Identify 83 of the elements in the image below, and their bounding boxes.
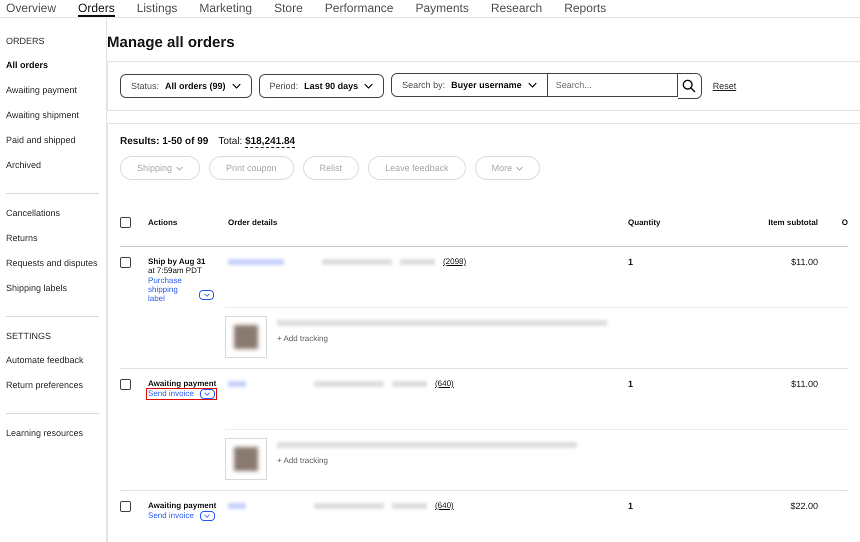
feedback-score-link[interactable]: (640) — [435, 379, 454, 388]
chevron-down-icon — [204, 514, 210, 518]
search-by-dropdown[interactable]: Search by: Buyer username — [391, 73, 548, 97]
order-action-link[interactable]: Send invoice — [146, 510, 217, 522]
chevron-down-icon — [232, 83, 241, 89]
order-status: Awaiting payment — [148, 379, 218, 388]
search-icon — [682, 79, 696, 93]
sidebar-heading: ORDERS — [6, 36, 46, 46]
row-checkbox[interactable] — [120, 257, 131, 268]
ship-time: at 7:59am PDT — [148, 266, 203, 275]
add-tracking-link[interactable]: + Add tracking — [277, 456, 577, 465]
row-checkbox[interactable] — [120, 379, 131, 390]
redacted-text — [392, 502, 427, 508]
chevron-down-icon — [516, 166, 524, 170]
chevron-down-icon — [364, 83, 374, 89]
page-title: Manage all orders — [107, 34, 236, 51]
redacted-text — [228, 380, 246, 386]
chevron-down-icon — [528, 82, 537, 88]
quantity: 1 — [628, 257, 634, 267]
item-photo-placeholder — [225, 316, 267, 358]
search-button[interactable] — [678, 73, 702, 99]
nav-tab[interactable]: Marketing — [199, 0, 252, 17]
redacted-text — [322, 258, 392, 264]
column-header: Item subtotal — [767, 218, 818, 226]
nav-tab[interactable]: Research — [490, 0, 542, 17]
feedback-score-link[interactable]: (2098) — [443, 257, 466, 266]
chevron-down-icon — [204, 392, 210, 396]
column-header: Actions — [148, 218, 178, 226]
dropdown-toggle[interactable] — [200, 511, 215, 521]
quantity: 1 — [628, 379, 634, 389]
nav-tab[interactable]: Listings — [136, 0, 178, 17]
sidebar-item[interactable]: Archived — [6, 160, 99, 170]
sidebar-item[interactable]: Requests and disputes — [6, 258, 99, 268]
total-amount: $18,241.84 — [245, 136, 296, 148]
column-header: Quantity — [628, 218, 662, 226]
nav-tab[interactable]: Reports — [564, 0, 606, 17]
order-action-link[interactable]: Send invoice — [146, 388, 217, 400]
dropdown-toggle[interactable] — [200, 389, 215, 399]
redacted-text — [400, 258, 435, 264]
nav-tab[interactable]: Overview — [6, 0, 56, 17]
order-status: Awaiting payment — [148, 501, 218, 510]
search-field[interactable]: Search... — [548, 73, 678, 97]
chevron-down-icon — [204, 293, 210, 297]
feedback-score-link[interactable]: (640) — [435, 501, 454, 510]
column-header: Order details — [228, 218, 278, 226]
sidebar-item[interactable]: Paid and shipped — [6, 135, 99, 145]
sidebar-heading: SETTINGS — [6, 331, 52, 341]
redacted-text — [228, 258, 284, 264]
redacted-text — [314, 380, 384, 386]
order-action-link[interactable]: Purchase shipping label — [146, 275, 216, 304]
add-tracking-link[interactable]: + Add tracking — [277, 334, 607, 343]
dropdown-toggle[interactable] — [199, 290, 214, 300]
total-label: Total: — [218, 136, 242, 147]
status-dropdown[interactable]: Status: All orders (99) — [120, 74, 252, 98]
sidebar-item[interactable]: Shipping labels — [6, 283, 99, 293]
sidebar-item[interactable]: Learning resources — [6, 428, 99, 438]
sidebar-item[interactable]: Cancellations — [6, 208, 99, 218]
redacted-text — [314, 502, 384, 508]
item-subtotal: $11.00 — [790, 257, 818, 267]
redacted-text — [392, 380, 427, 386]
sidebar-item[interactable]: Return preferences — [6, 380, 99, 390]
nav-tab[interactable]: Payments — [415, 0, 469, 17]
sidebar-item[interactable]: Returns — [6, 233, 99, 243]
nav-tab[interactable]: Store — [274, 0, 303, 17]
sidebar-item[interactable]: Awaiting shipment — [6, 110, 99, 120]
nav-tab[interactable]: Performance — [324, 0, 394, 17]
period-dropdown[interactable]: Period: Last 90 days — [258, 74, 384, 98]
item-subtotal: $22.00 — [789, 501, 818, 511]
chevron-down-icon — [176, 166, 184, 170]
quantity: 1 — [628, 501, 634, 511]
reset-link[interactable]: Reset — [712, 81, 736, 91]
sidebar-item[interactable]: All orders — [6, 60, 99, 70]
sidebar-item[interactable]: Automate feedback — [6, 355, 99, 365]
select-all-checkbox[interactable] — [120, 216, 131, 228]
item-subtotal: $11.00 — [790, 379, 818, 389]
redacted-text — [228, 502, 246, 508]
nav-tab[interactable]: Orders — [78, 0, 115, 17]
sidebar-item[interactable]: Awaiting payment — [6, 85, 99, 95]
row-checkbox[interactable] — [120, 501, 131, 512]
column-header: O — [840, 218, 848, 226]
item-photo-placeholder — [225, 438, 267, 480]
order-status: Ship by Aug 31 — [148, 257, 206, 266]
results-summary: Results: 1-50 of 99 — [120, 136, 208, 147]
